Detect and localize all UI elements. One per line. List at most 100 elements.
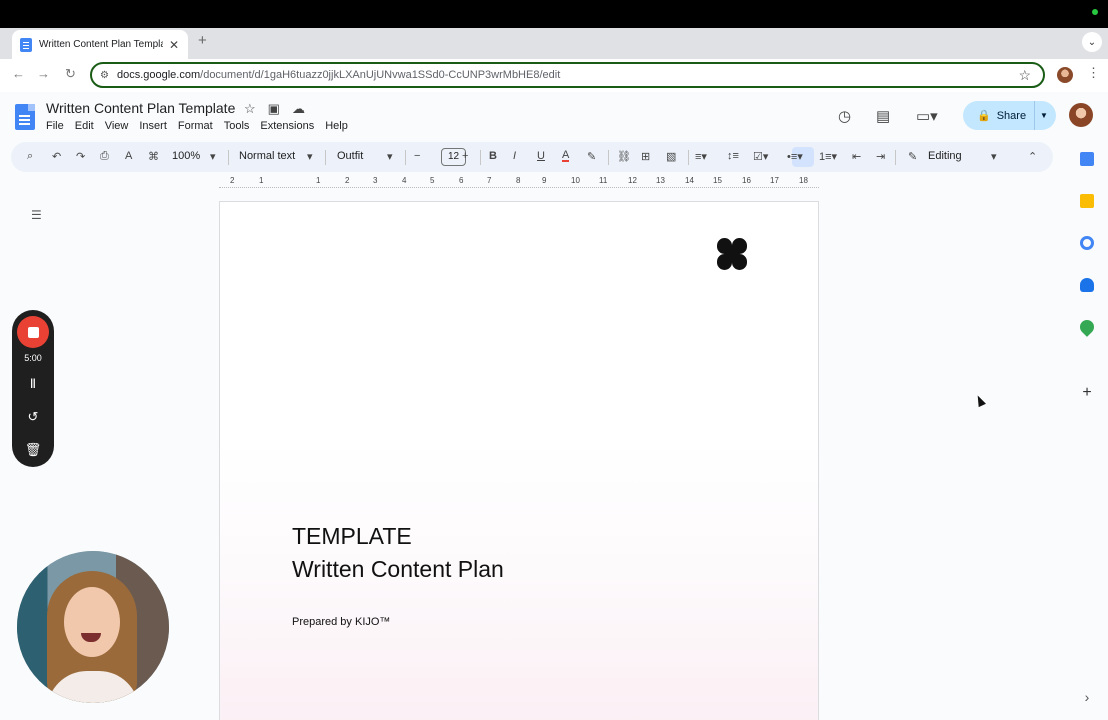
recording-timer: 5:00 (24, 353, 42, 363)
highlight-color-icon[interactable]: ✎ (587, 150, 596, 163)
document-title[interactable]: Written Content Plan Template (46, 100, 235, 116)
document-heading: TEMPLATE (292, 523, 412, 549)
line-spacing-icon[interactable]: ↕≡ (727, 150, 739, 162)
text-color-icon[interactable]: A (562, 150, 570, 162)
browser-tab-written-content-plan[interactable]: Written Content Plan Template ✕ (12, 30, 188, 59)
move-folder-icon[interactable]: ▣ (268, 101, 280, 117)
document-outline-icon[interactable]: ☰ (31, 208, 42, 222)
comments-icon[interactable]: ▤ (876, 107, 890, 125)
menu-view[interactable]: View (105, 120, 129, 132)
browser-profile-avatar[interactable] (1057, 67, 1073, 83)
ruler-label: 2 (345, 176, 350, 185)
print-icon[interactable]: ⎙ (100, 150, 109, 163)
account-avatar[interactable] (1069, 103, 1093, 127)
tasks-icon[interactable] (1080, 236, 1094, 250)
expand-side-panel-icon[interactable]: › (1080, 690, 1094, 704)
ruler-label: 13 (656, 176, 665, 185)
paragraph-style-select[interactable]: Normal text (239, 150, 295, 162)
ruler-label: 17 (770, 176, 779, 185)
share-button[interactable]: 🔒 Share ▼ (963, 101, 1056, 130)
bulleted-list-icon[interactable]: •≡▾ (787, 150, 803, 163)
toolbar-divider (895, 150, 896, 165)
calendar-icon[interactable] (1080, 152, 1094, 166)
contacts-icon[interactable] (1080, 278, 1094, 292)
undo-icon[interactable]: ↶ (52, 150, 61, 163)
version-history-icon[interactable]: ◷ (838, 107, 851, 125)
cloud-status-icon[interactable]: ☁ (292, 101, 305, 117)
ruler-label: 4 (402, 176, 407, 185)
tab-close-icon[interactable]: ✕ (169, 38, 179, 52)
increase-indent-icon[interactable]: ⇥ (876, 150, 885, 163)
menu-file[interactable]: File (46, 120, 64, 132)
star-document-icon[interactable]: ☆ (244, 101, 256, 117)
meet-camera-icon[interactable]: ▭▾ (916, 107, 938, 125)
paint-format-icon[interactable]: ⌘ (148, 150, 159, 163)
add-comment-icon[interactable]: ⊞ (641, 150, 650, 163)
menu-insert[interactable]: Insert (139, 120, 167, 132)
site-settings-icon[interactable]: ⚙ (100, 70, 109, 81)
search-menus-icon[interactable]: ⌕ (27, 150, 33, 163)
google-docs-logo-icon[interactable] (15, 104, 35, 130)
url-path: /document/d/1gaH6tuazz0jjkLXAnUjUNvwa1SS… (200, 69, 561, 81)
stop-recording-button[interactable] (17, 316, 49, 348)
menu-extensions[interactable]: Extensions (260, 120, 314, 132)
new-tab-button[interactable]: + (198, 32, 207, 49)
ruler-label: 2 (230, 176, 235, 185)
ruler-label: 12 (628, 176, 637, 185)
forward-arrow-icon[interactable]: → (37, 66, 50, 81)
share-main-area[interactable]: 🔒 Share (963, 101, 1035, 130)
add-addon-icon[interactable]: + (1080, 385, 1094, 401)
browser-menu-icon[interactable]: ⋮ (1087, 65, 1100, 81)
menu-format[interactable]: Format (178, 120, 213, 132)
align-icon[interactable]: ≡▾ (695, 150, 707, 163)
restart-icon[interactable]: ↺ (12, 409, 54, 425)
editing-mode-pencil-icon[interactable]: ✎ (908, 150, 917, 163)
webcam-overlay (17, 551, 169, 703)
underline-icon[interactable]: U (537, 150, 545, 162)
menu-edit[interactable]: Edit (75, 120, 94, 132)
ruler-label: 8 (516, 176, 521, 185)
tab-search-chevron-icon[interactable]: ⌄ (1082, 32, 1102, 52)
font-dropdown-icon[interactable]: ▾ (387, 150, 393, 163)
horizontal-ruler[interactable]: 2 1 1 2 3 4 5 6 7 8 9 10 11 12 13 14 15 … (219, 176, 819, 190)
decrease-font-size-icon[interactable]: − (414, 150, 420, 162)
mac-top-bar (0, 0, 1108, 28)
menu-tools[interactable]: Tools (224, 120, 250, 132)
keep-icon[interactable] (1080, 194, 1094, 208)
bold-icon[interactable]: B (489, 150, 497, 162)
bookmark-star-icon[interactable]: ☆ (1018, 67, 1031, 84)
insert-link-icon[interactable]: ⛓ (617, 150, 631, 163)
decrease-indent-icon[interactable]: ⇤ (852, 150, 861, 163)
italic-icon[interactable]: I (513, 150, 516, 162)
redo-icon[interactable]: ↷ (76, 150, 85, 163)
title-actions: ☆ ▣ ☁ (244, 101, 305, 117)
zoom-dropdown-icon[interactable]: ▾ (210, 150, 216, 163)
mode-dropdown-icon[interactable]: ▾ (991, 150, 997, 163)
back-arrow-icon[interactable]: ← (12, 66, 25, 81)
spellcheck-icon[interactable]: A (125, 150, 132, 162)
toolbar-divider (688, 150, 689, 165)
font-select[interactable]: Outfit (337, 150, 363, 162)
pause-icon[interactable]: Ⅱ (12, 376, 54, 392)
document-page[interactable] (219, 201, 819, 720)
webcam-person-face (64, 587, 120, 657)
address-bar[interactable]: ⚙ docs.google.com/document/d/1gaH6tuazz0… (90, 62, 1045, 88)
reload-icon[interactable]: ↻ (65, 66, 76, 82)
checklist-icon[interactable]: ☑▾ (753, 150, 768, 163)
url-host: docs.google.com (116, 69, 201, 81)
menu-help[interactable]: Help (325, 120, 348, 132)
document-subtitle: Written Content Plan (292, 556, 504, 582)
toolbar-divider (405, 150, 406, 165)
increase-font-size-icon[interactable]: + (462, 150, 468, 162)
editing-mode-select[interactable]: Editing (928, 150, 962, 162)
recording-indicator-icon (1092, 9, 1098, 15)
insert-image-icon[interactable]: ▧ (666, 150, 676, 163)
share-dropdown-icon[interactable]: ▼ (1035, 111, 1048, 120)
zoom-select[interactable]: 100% (172, 150, 200, 162)
ruler-label: 18 (799, 176, 808, 185)
style-dropdown-icon[interactable]: ▾ (307, 150, 313, 163)
toolbar-divider (325, 150, 326, 165)
collapse-menus-icon[interactable]: ⌃ (1028, 150, 1037, 163)
numbered-list-icon[interactable]: 1≡▾ (819, 150, 837, 163)
delete-recording-icon[interactable]: 🗑 (12, 442, 54, 458)
